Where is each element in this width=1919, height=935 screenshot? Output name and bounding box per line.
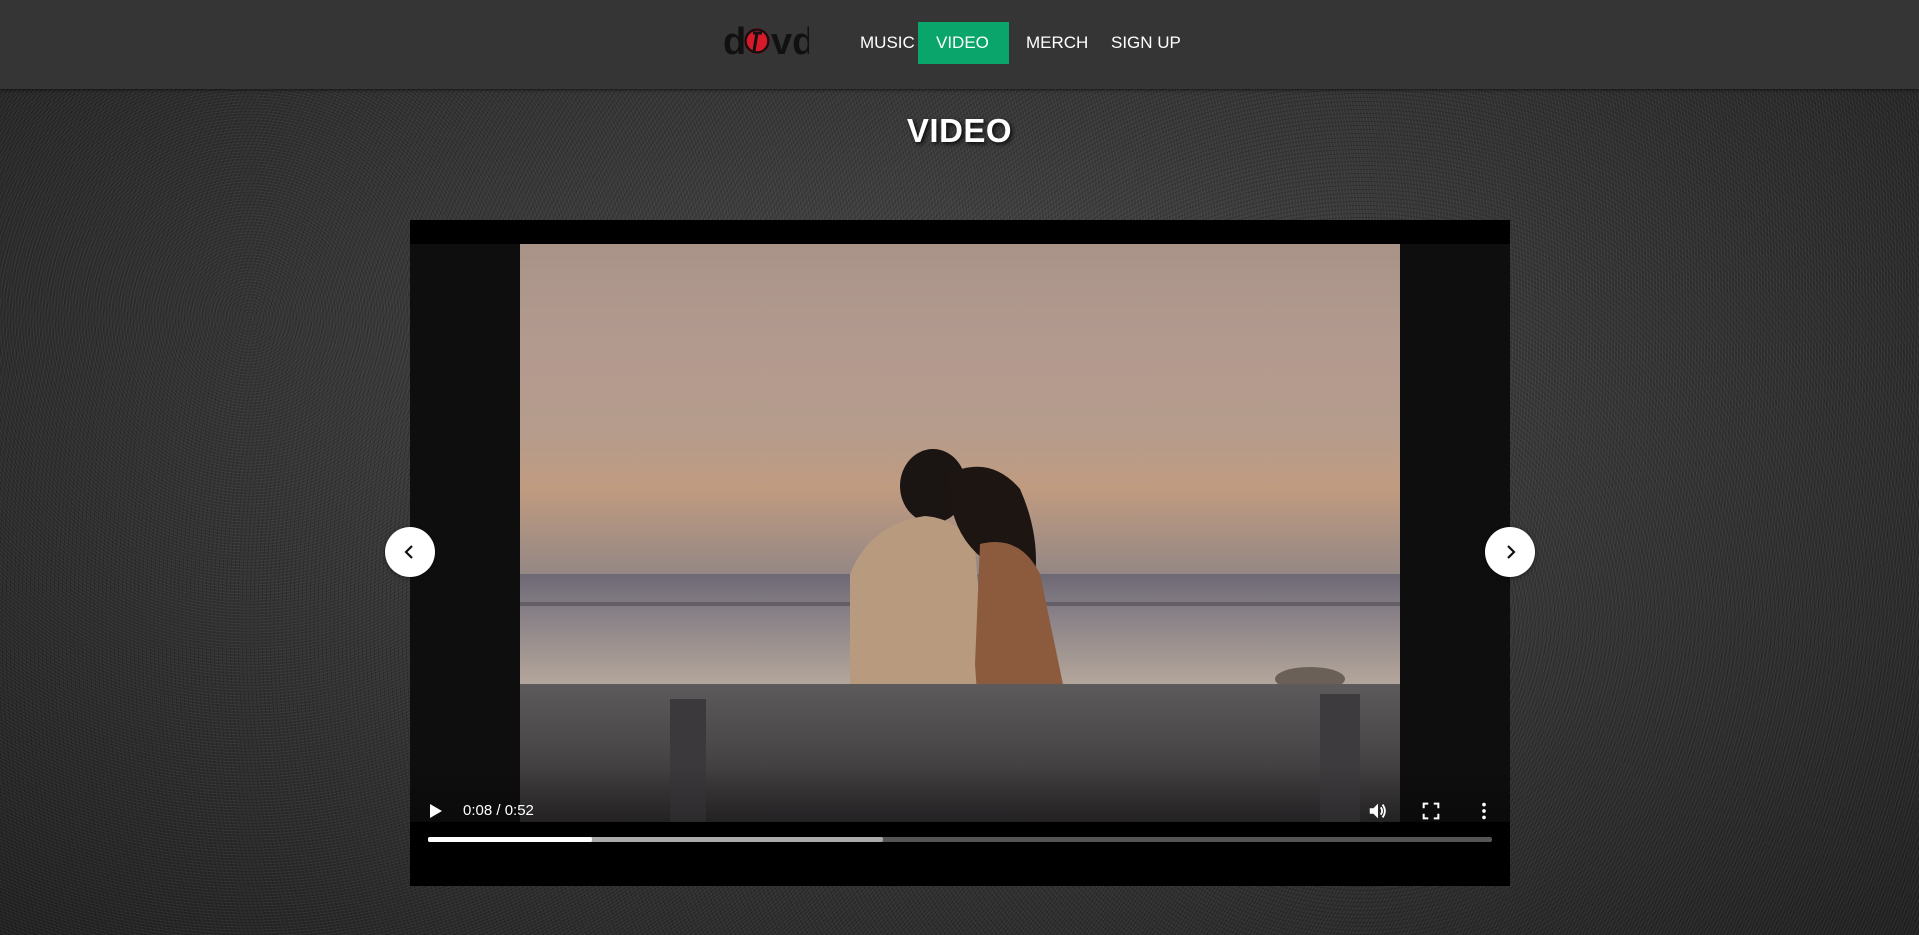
chevron-right-icon bbox=[1507, 545, 1516, 559]
logo-mark: d vd bbox=[723, 21, 815, 63]
next-video-button[interactable] bbox=[1485, 527, 1535, 577]
chevron-left-icon bbox=[404, 545, 413, 559]
nav-item-merch[interactable]: MERCH bbox=[1009, 22, 1092, 64]
svg-text:vd: vd bbox=[771, 21, 809, 62]
page-title: VIDEO bbox=[906, 112, 1013, 149]
more-options-icon[interactable] bbox=[1473, 800, 1495, 822]
previous-video-button[interactable] bbox=[385, 527, 435, 577]
played-progress bbox=[428, 837, 592, 842]
video-still bbox=[520, 244, 1400, 822]
video-player[interactable]: 0:08 / 0:52 bbox=[410, 220, 1510, 886]
site-header: d vd MUSIC VIDEO MERCH SIGN UP bbox=[0, 0, 1919, 89]
time-display: 0:08 / 0:52 bbox=[463, 802, 534, 819]
play-icon[interactable] bbox=[428, 802, 444, 820]
volume-icon[interactable] bbox=[1367, 800, 1389, 822]
video-controls: 0:08 / 0:52 bbox=[410, 790, 1510, 860]
nav-item-video[interactable]: VIDEO bbox=[918, 22, 1009, 64]
main-nav: MUSIC VIDEO MERCH SIGN UP bbox=[846, 22, 1191, 64]
seek-bar[interactable] bbox=[428, 837, 1492, 842]
nav-item-music[interactable]: MUSIC bbox=[846, 22, 918, 64]
fullscreen-icon[interactable] bbox=[1420, 800, 1442, 822]
nav-item-sign-up[interactable]: SIGN UP bbox=[1092, 22, 1191, 64]
video-frame[interactable] bbox=[410, 244, 1510, 822]
svg-text:d: d bbox=[723, 21, 746, 62]
site-logo[interactable]: d vd bbox=[723, 20, 815, 63]
